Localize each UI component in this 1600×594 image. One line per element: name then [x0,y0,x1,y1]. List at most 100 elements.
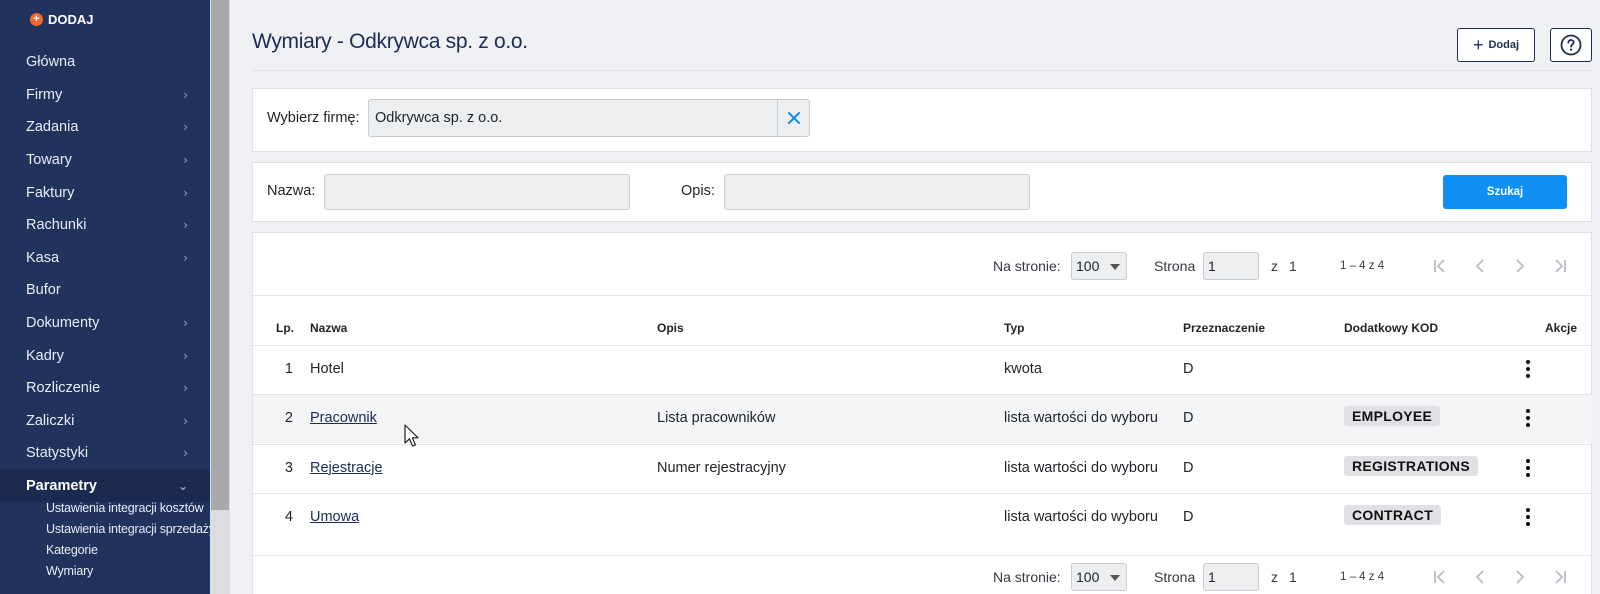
table-row[interactable]: 1 Hotel kwota D [253,345,1593,394]
table-row[interactable]: 2 Pracownik Lista pracowników lista wartośc… [253,394,1593,444]
chevron-right-icon [1516,259,1525,273]
search-button[interactable]: Szukaj [1443,175,1567,209]
sidebar-item-label: Zaliczki [26,412,75,429]
sidebar-scrollbar-thumb[interactable] [211,0,229,510]
per-page-select-bottom[interactable]: 100 [1071,563,1127,591]
chevron-right-icon: › [183,446,188,461]
page-label: Strona [1154,258,1196,274]
chevron-right-icon: › [183,348,188,363]
sidebar-item-label: Zadania [26,119,79,136]
row-lp: 2 [284,410,293,427]
pager-divider [253,295,1593,296]
row-name[interactable]: Umowa [310,509,359,525]
sidebar-item-4[interactable]: Faktury › [0,176,210,209]
row-code-badge: REGISTRATIONS [1344,455,1478,476]
chevron-right-icon: › [183,120,188,135]
chevron-right-icon [1516,570,1525,584]
page-input-bottom[interactable]: 1 [1203,563,1259,591]
last-page-button-bottom[interactable] [1548,565,1572,589]
sidebar-item-label: Dokumenty [26,315,100,332]
row-lp: 4 [284,509,293,526]
sidebar-item-label: Rozliczenie [26,380,101,397]
next-page-button[interactable] [1508,254,1532,278]
first-page-icon [1434,259,1445,273]
col-header-name[interactable]: Nazwa [310,321,347,335]
sidebar-subitem-1[interactable]: Ustawienia integracji sprzedaży [0,518,210,539]
col-header-purpose[interactable]: Przeznaczenie [1183,321,1265,335]
sidebar-item-label: Bufor [26,282,61,299]
col-header-desc[interactable]: Opis [657,321,684,335]
add-button[interactable]: + Dodaj [1457,28,1535,62]
sidebar-item-label: Parametry [26,478,97,495]
row-type: lista wartości do wyboru [1004,410,1158,427]
header-divider [252,70,1592,71]
next-page-button-bottom[interactable] [1508,565,1532,589]
name-filter-input[interactable] [324,174,630,210]
kebab-menu-icon[interactable] [1523,457,1533,481]
row-code-badge: EMPLOYEE [1344,406,1441,427]
row-name: Hotel [310,361,344,377]
kebab-menu-icon[interactable] [1523,407,1533,431]
page-range: 1 – 4 z 4 [1340,260,1385,272]
row-type: lista wartości do wyboru [1004,459,1158,476]
sidebar-item-3[interactable]: Towary › [0,144,210,177]
firm-select[interactable]: Odkrywca sp. z o.o. [368,99,778,137]
sidebar-item-6[interactable]: Kasa › [0,242,210,275]
help-button[interactable] [1550,28,1592,62]
desc-filter-input[interactable] [724,174,1030,210]
total-pages-bottom: 1 [1289,569,1297,585]
row-purpose: D [1183,509,1194,526]
firm-clear-button[interactable] [777,99,810,137]
row-lp: 3 [284,459,293,476]
close-icon [787,112,800,124]
table-row[interactable]: 4 Umowa lista wartości do wyboru D CONTRACT [253,493,1593,542]
sidebar-subitem-0[interactable]: Ustawienia integracji kosztów [0,497,210,518]
sidebar-submenu: Ustawienia integracji kosztów Ustawienia … [0,497,210,581]
desc-filter-label: Opis: [681,183,715,199]
row-name[interactable]: Pracownik [310,410,377,426]
page-input[interactable]: 1 [1203,252,1259,280]
per-page-label-bottom: Na stronie: [993,569,1061,585]
sidebar-subitem-2[interactable]: Kategorie [0,539,210,560]
page-of-label: z [1271,258,1278,274]
sidebar-item-10[interactable]: Rozliczenie › [0,372,210,405]
page-label-bottom: Strona [1154,569,1196,585]
table-row[interactable]: 3 Rejestracje Numer rejestracyjny lista war… [253,443,1593,493]
col-header-code[interactable]: Dodatkowy KOD [1344,321,1438,335]
sidebar-add-button[interactable]: + DODAJ [30,10,94,28]
table-bottom-divider [253,555,1593,556]
row-purpose: D [1183,459,1194,476]
page-range-bottom: 1 – 4 z 4 [1340,571,1385,583]
sidebar-item-label: Kadry [26,347,64,364]
sidebar-item-label: Kasa [26,249,60,266]
sidebar-item-2[interactable]: Zadania › [0,111,210,144]
sidebar-item-0[interactable]: Główna [0,46,210,79]
sidebar-item-11[interactable]: Zaliczki › [0,405,210,438]
sidebar-item-12[interactable]: Statystyki › [0,437,210,470]
row-name[interactable]: Rejestracje [310,460,383,476]
sidebar-item-8[interactable]: Dokumenty › [0,307,210,340]
row-type: lista wartości do wyboru [1004,509,1158,526]
sidebar-subitem-3[interactable]: Wymiary [0,560,210,581]
row-desc: Numer rejestracyjny [657,459,786,476]
last-page-button[interactable] [1548,254,1572,278]
per-page-select[interactable]: 100 [1071,252,1127,280]
first-page-button-bottom[interactable] [1428,565,1452,589]
sidebar-item-5[interactable]: Rachunki › [0,209,210,242]
caret-down-icon [1110,264,1120,270]
prev-page-button[interactable] [1468,254,1492,278]
sidebar-item-label: Faktury [26,184,75,201]
sidebar-item-label: Główna [26,54,76,71]
col-header-type[interactable]: Typ [1004,321,1024,335]
chevron-right-icon: › [183,250,188,265]
name-filter-label: Nazwa: [267,183,316,199]
sidebar-item-7[interactable]: Bufor [0,274,210,307]
chevron-right-icon: › [183,316,188,331]
sidebar-item-9[interactable]: Kadry › [0,339,210,372]
first-page-button[interactable] [1428,254,1452,278]
sidebar-item-1[interactable]: Firmy › [0,79,210,112]
prev-page-button-bottom[interactable] [1468,565,1492,589]
kebab-menu-icon[interactable] [1523,358,1533,382]
mouse-cursor-icon [404,424,419,447]
kebab-menu-icon[interactable] [1523,506,1533,530]
